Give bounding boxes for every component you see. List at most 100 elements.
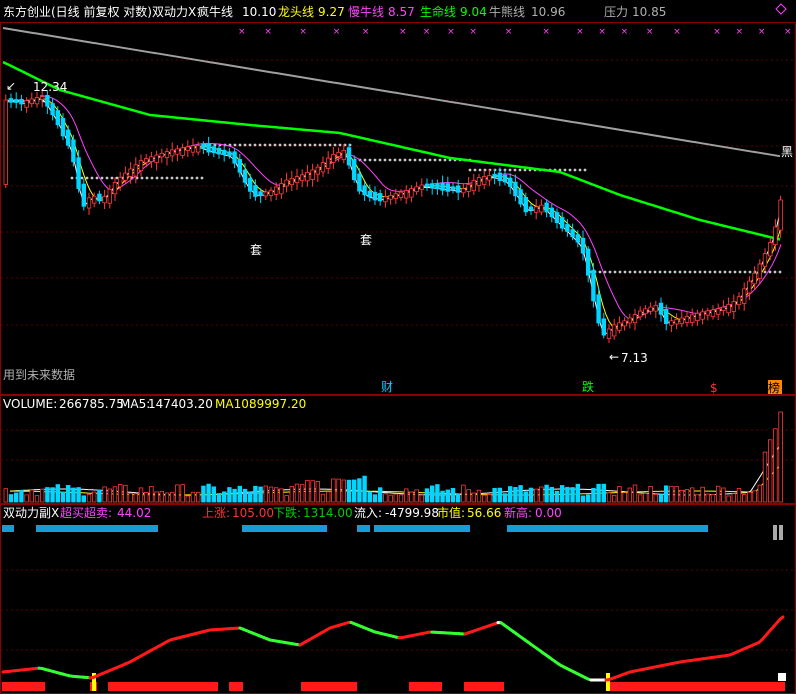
volume-bar [773,428,778,503]
candle-body [112,181,118,195]
new-high-value: 0.00 [535,506,562,520]
volume-bar [424,488,430,503]
level-dot [413,158,417,162]
level-dot [238,143,242,147]
fall-value: 1314.00 [303,506,353,520]
candle-body [71,139,76,163]
volume-bar [455,493,461,503]
volume-bar [586,494,591,503]
volume-bar [305,479,310,503]
signal-x-marker: × [758,27,766,37]
volume-bar [518,485,523,503]
candle-body [34,97,40,105]
level-dot [150,176,154,180]
volume-bar [440,490,445,503]
oversold-block [2,525,14,532]
candle-body [648,306,653,312]
volume-bar [13,492,19,503]
candle-body [107,188,112,204]
volume-bar [606,492,612,503]
volume-bar [221,491,227,503]
volume-bar [351,479,357,503]
level-dot [518,168,522,172]
volume-bar [279,488,284,503]
candle-body [429,183,435,189]
volume-bar [669,485,674,503]
volume-bar [534,488,539,503]
bang-label: 榜 [768,380,780,395]
candle-body [3,99,8,185]
volume-bar [258,486,263,503]
fall-label: 下跌: [273,505,301,520]
signal-x-marker: × [423,27,431,37]
level-dot [368,158,372,162]
candle-body [461,188,466,194]
diamond-icon[interactable] [775,3,787,15]
candle-body [377,193,383,202]
candle-body [440,182,445,191]
candle-body [643,308,648,315]
level-dot [145,176,149,180]
candle-body [679,317,684,325]
candle-body [40,96,45,100]
crazy-bull-value: 10.10 [242,5,276,19]
level-dot [398,158,402,162]
candle-body [299,174,305,182]
volume-bar [253,485,258,503]
level-dot [165,176,169,180]
candle-body [424,183,430,187]
candle-body [128,168,133,177]
candle-body [778,199,783,231]
candle-body [133,164,138,177]
stock-chart[interactable]: × × × × × × × × × × × × × × × × × × × × 东方创业(日线 前复权 对数) 双动力… [0,0,796,694]
slow-bull-value: 8.57 [388,5,415,19]
volume-bar [97,489,102,503]
candle-body [481,176,487,185]
candle-body [325,157,331,169]
candle-body [118,176,123,188]
level-dot [383,158,387,162]
volume-bar [206,483,211,503]
signal-x-marker: × [399,27,407,37]
candle-body [216,147,222,155]
signal-x-marker: × [713,27,721,37]
volume-bar [190,491,196,503]
pause-icon-bar-left[interactable] [773,525,777,540]
hei-label: 黑 [781,145,793,159]
candle-body [466,184,471,192]
volume-bar [638,494,643,503]
indicator-name: 双动力X [152,5,196,19]
volume-bar [3,488,8,503]
volume-bar [362,475,367,503]
level-dot [663,270,667,274]
volume-bar [247,492,253,503]
pause-icon-bar-right[interactable] [779,525,783,540]
header-legend: 疯牛线 10.10 龙头线 9.27 慢牛线 8.57 生命线 9.04 牛熊线… [197,4,666,19]
candle-body [185,146,190,151]
signal-x-marker: × [333,27,341,37]
candle-body [653,304,658,312]
volume-bar [409,491,414,503]
crazy-bull-label: 疯牛线 [197,4,233,19]
level-dot [278,143,282,147]
candle-body [383,196,388,203]
volume-bar [612,494,617,503]
level-dot [80,176,84,180]
low-price-label: 7.13 [621,351,648,365]
candle-body [565,224,570,232]
rise-value: 105.00 [232,506,274,520]
leader-line [29,98,781,329]
level-dot [293,143,297,147]
signal-x-marker: × [362,27,370,37]
candle-body [721,306,726,312]
tao-label-2: 套 [360,233,372,247]
oversold-block [357,525,370,532]
candle-body [289,177,294,186]
volume-bar [289,486,294,503]
level-dot [508,168,512,172]
volume-bar [778,411,783,503]
candle-body [596,294,601,324]
candle-body [471,179,476,192]
candle-body [29,98,34,105]
candle-body [445,183,450,192]
